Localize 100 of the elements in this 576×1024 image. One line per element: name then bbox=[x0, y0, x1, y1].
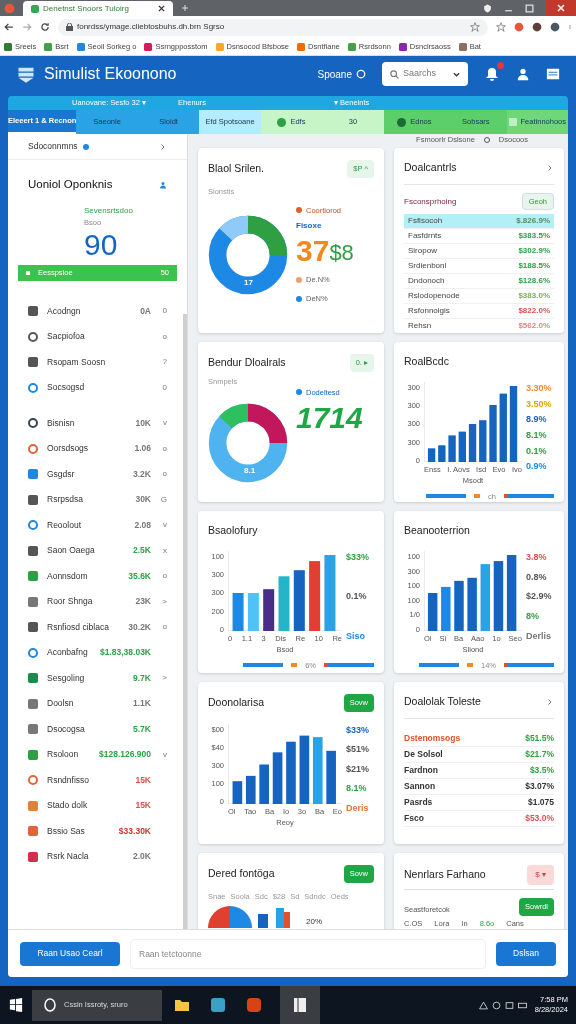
change-label: 8% bbox=[526, 609, 539, 623]
status-icon bbox=[397, 117, 407, 127]
sidebar-item[interactable]: Aconbafng $1.83,38.03K bbox=[8, 640, 187, 666]
chevron-icon[interactable] bbox=[546, 698, 554, 707]
browser-tab[interactable]: Denetnst Snoors Tuloirg bbox=[23, 1, 173, 16]
sidebar-item[interactable]: Bisnisn 10K v bbox=[8, 410, 187, 436]
table-row[interactable]: Fsco $53.0% bbox=[404, 811, 554, 827]
maximize-icon[interactable] bbox=[525, 3, 534, 13]
user-label[interactable]: Spoane bbox=[317, 66, 352, 82]
chevron-icon[interactable] bbox=[546, 164, 554, 173]
star-icon[interactable] bbox=[470, 22, 480, 32]
table-value: $.826.9% bbox=[516, 215, 550, 228]
sidebar-item[interactable]: Sacpiofoa o bbox=[8, 324, 187, 350]
sidebar-item[interactable]: Oorsdsogs 1.06 o bbox=[8, 436, 187, 462]
table-row[interactable]: Siropow $302.9% bbox=[404, 244, 554, 260]
item-value: 1.06 bbox=[134, 442, 151, 456]
input-field[interactable]: Raan tetctoonne bbox=[130, 938, 486, 969]
metric-suffix: $8 bbox=[329, 240, 354, 266]
sidebar-item[interactable]: Rsopam Soosn ? bbox=[8, 349, 187, 375]
table-row[interactable]: Dndonoch $128.6% bbox=[404, 274, 554, 290]
sidebar-item[interactable]: Rsndnfisso 15K bbox=[8, 767, 187, 793]
app-icon[interactable] bbox=[246, 997, 262, 1013]
table-row[interactable]: Fardnon $3.5% bbox=[404, 763, 554, 779]
sidebar-item[interactable]: Rsnfiosd ciblaca 30.2K o bbox=[8, 614, 187, 640]
table-value: $3.07% bbox=[525, 780, 554, 793]
user-icon bbox=[356, 69, 366, 79]
person-icon[interactable] bbox=[516, 66, 530, 82]
search-select[interactable]: Saarchs bbox=[382, 62, 468, 86]
table-value: $3.5% bbox=[529, 764, 554, 777]
sidebar-item[interactable]: Rsoloon $128.126.900 v bbox=[8, 742, 187, 768]
table-row[interactable]: Sannon $3.07% bbox=[404, 779, 554, 795]
item-value: 35.6K bbox=[128, 569, 151, 583]
app-title: Simulist Ekoonono bbox=[44, 64, 177, 84]
bell-icon[interactable] bbox=[484, 66, 500, 82]
table-row[interactable]: Srdienbonl $188.5% bbox=[404, 259, 554, 275]
table-row[interactable]: Rsfonnoigis $822.0% bbox=[404, 304, 554, 320]
caret-icon bbox=[453, 71, 460, 77]
table-row[interactable]: Pasrds $1.075 bbox=[404, 795, 554, 811]
sidebar-item[interactable]: Acodngn 0A 0 bbox=[8, 298, 187, 324]
windows-icon[interactable] bbox=[9, 998, 23, 1012]
change-label: $51% bbox=[346, 743, 370, 757]
sidebar-item[interactable]: Rsrk Nacla 2.0K bbox=[8, 844, 187, 870]
card-title: Doalcantrls bbox=[404, 160, 458, 176]
item-trailing: 0 bbox=[162, 305, 167, 318]
table-row[interactable]: De Solsol $21.7% bbox=[404, 747, 554, 763]
row-label: Pasrds bbox=[404, 796, 433, 809]
address-bar[interactable]: fonrdss/ymage.cliebtosbuhs.dh.brn Sgrso bbox=[58, 18, 488, 36]
change-label: 3.8% bbox=[526, 551, 547, 564]
sidebar-item[interactable]: Bssio Sas $33.30K bbox=[8, 818, 187, 844]
sidebar-item[interactable]: Reoolout 2.08 v bbox=[8, 512, 187, 538]
sidebar-item[interactable]: Sesgoling 9.7K > bbox=[8, 665, 187, 691]
sidebar-item[interactable]: Gsgdsr 3.2K o bbox=[8, 461, 187, 487]
sidebar-item[interactable]: Rsrpsdsa 30K G bbox=[8, 487, 187, 513]
table-row[interactable]: Fsfisocoh $.826.9% bbox=[404, 214, 554, 230]
menu-icon[interactable] bbox=[546, 67, 560, 81]
card-title: Doalolak Toleste bbox=[404, 694, 482, 710]
row-label: De Solsol bbox=[404, 748, 443, 761]
item-trailing: ? bbox=[162, 356, 167, 369]
table-row[interactable]: Rslodopenode $383.0% bbox=[404, 289, 554, 305]
sidebar-item[interactable]: Dsocogsa 5.7K bbox=[8, 716, 187, 742]
card-title: Bsaolofury bbox=[208, 523, 259, 539]
folder-icon[interactable] bbox=[174, 997, 190, 1013]
reload-icon[interactable] bbox=[40, 22, 50, 32]
star-icon[interactable] bbox=[496, 22, 506, 32]
card-badge[interactable]: $ ▾ bbox=[527, 865, 554, 886]
change-label: 8.1% bbox=[526, 429, 547, 443]
sidebar-item[interactable]: Stado dolk 15K bbox=[8, 793, 187, 819]
table-row[interactable]: Rehsn $562.0% bbox=[404, 319, 554, 334]
search-icon bbox=[390, 69, 399, 79]
close-icon[interactable] bbox=[158, 5, 165, 12]
settings-icon[interactable] bbox=[482, 135, 491, 144]
secondary-button[interactable]: Dslsan bbox=[496, 941, 556, 966]
app-icon[interactable] bbox=[210, 997, 226, 1013]
primary-button[interactable]: Raan Usao Cearl bbox=[20, 941, 120, 966]
table-value: $128.6% bbox=[518, 275, 550, 288]
change-label: 0.8% bbox=[526, 570, 547, 584]
card-title: Blaol Srilen. bbox=[208, 161, 266, 176]
table-value: $53.0% bbox=[525, 812, 554, 825]
shield-icon bbox=[483, 3, 492, 13]
new-tab-icon[interactable] bbox=[181, 4, 189, 12]
item-value: 30.2K bbox=[128, 620, 151, 634]
chevron-icon[interactable] bbox=[159, 142, 167, 151]
row-label: Sannon bbox=[404, 780, 436, 793]
taskbar-app[interactable] bbox=[280, 986, 320, 1024]
sidebar-item[interactable]: Socsogsd 0 bbox=[8, 375, 187, 401]
item-value: $1.83,38.03K bbox=[99, 646, 151, 660]
sidebar-item[interactable]: Roor Shnga 23K > bbox=[8, 589, 187, 615]
table-row[interactable]: Dstenomsogs $51.5% bbox=[404, 731, 554, 747]
close-window-button[interactable] bbox=[546, 0, 576, 16]
info-icon bbox=[81, 142, 90, 151]
profile-icon[interactable] bbox=[550, 22, 560, 32]
sidebar-item[interactable]: Saon Oaega 2.5K x bbox=[8, 538, 187, 564]
table-row[interactable]: Fasfdrnts $383.5% bbox=[404, 229, 554, 245]
card-title: Uoniol Oponknis bbox=[28, 177, 114, 192]
back-icon[interactable] bbox=[4, 22, 14, 32]
row-label: Fsco bbox=[404, 812, 424, 825]
sidebar-item[interactable]: Aonnsdom 35.6K o bbox=[8, 563, 187, 589]
sidebar-item[interactable]: Doolsn 1.1K bbox=[8, 691, 187, 717]
item-trailing: o bbox=[162, 570, 167, 583]
change-label: $33% bbox=[346, 723, 370, 737]
